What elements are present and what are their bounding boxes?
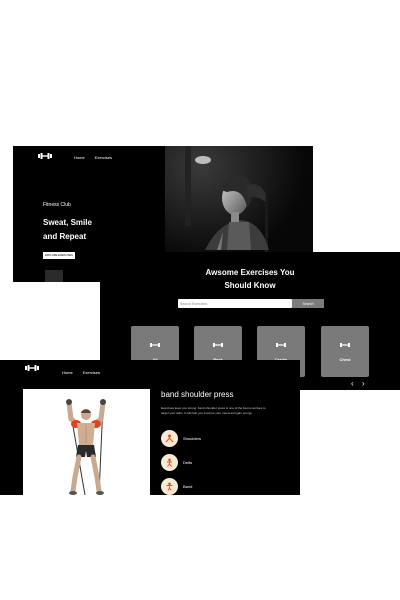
nav-home-link[interactable]: Home (74, 155, 85, 160)
tag-label: Band (183, 484, 193, 489)
dumbbell-icon (150, 343, 160, 347)
exercises-title: Awsome Exercises You Should Know (100, 266, 400, 292)
chevron-right-icon[interactable]: › (362, 380, 365, 388)
category-card-chest[interactable]: Chest (321, 326, 369, 377)
exercises-title-line-1: Awsome Exercises You (205, 268, 295, 277)
hero-watermark-letter (45, 270, 63, 282)
chevron-left-icon[interactable]: ‹ (351, 380, 354, 388)
nav-home-link[interactable]: Home (62, 370, 73, 375)
dumbbell-icon (276, 343, 286, 347)
dumbbell-icon (213, 343, 223, 347)
tag-target-muscle: Delts (161, 454, 192, 471)
nav-exercises-link[interactable]: Exercises (83, 370, 100, 375)
tag-label: Delts (183, 460, 193, 465)
body-part-icon (161, 430, 178, 447)
dumbbell-icon[interactable] (38, 152, 52, 160)
category-label: Chest (339, 357, 351, 362)
nav-exercises-link[interactable]: Exercises (95, 155, 112, 160)
exercises-title-line-2: Should Know (224, 281, 276, 290)
headline-line-2: and Repeat (43, 232, 87, 241)
exercise-title: band shoulder press (161, 390, 234, 399)
tag-label: Shoulders (183, 436, 202, 441)
equipment-icon (161, 478, 178, 495)
exercise-description: Exercises keep you strong. band shoulder… (161, 406, 266, 415)
headline-line-1: Sweat, Smile (43, 218, 92, 227)
search-input[interactable]: Search Exercises (178, 299, 292, 308)
dumbbell-icon (340, 343, 350, 347)
exercise-illustration (23, 389, 150, 496)
search-button[interactable]: Search (292, 299, 324, 308)
top-nav: Home Exercises (62, 370, 100, 375)
target-muscle-icon (161, 454, 178, 471)
exercise-detail-section: Home Exercises band shoulder press Exerc… (0, 360, 300, 496)
tag-body-part: Shoulders (161, 430, 201, 447)
top-nav: Home Exercises (74, 155, 112, 160)
explore-exercises-button[interactable]: EXPLORE EXERCISES (43, 252, 75, 259)
dumbbell-icon[interactable] (25, 364, 39, 372)
hero-headline: Sweat, Smile and Repeat (43, 216, 123, 244)
brand-label: Fitness Club (43, 202, 71, 208)
band-shoulder-press-figure (66, 399, 106, 496)
tag-equipment: Band (161, 478, 192, 495)
